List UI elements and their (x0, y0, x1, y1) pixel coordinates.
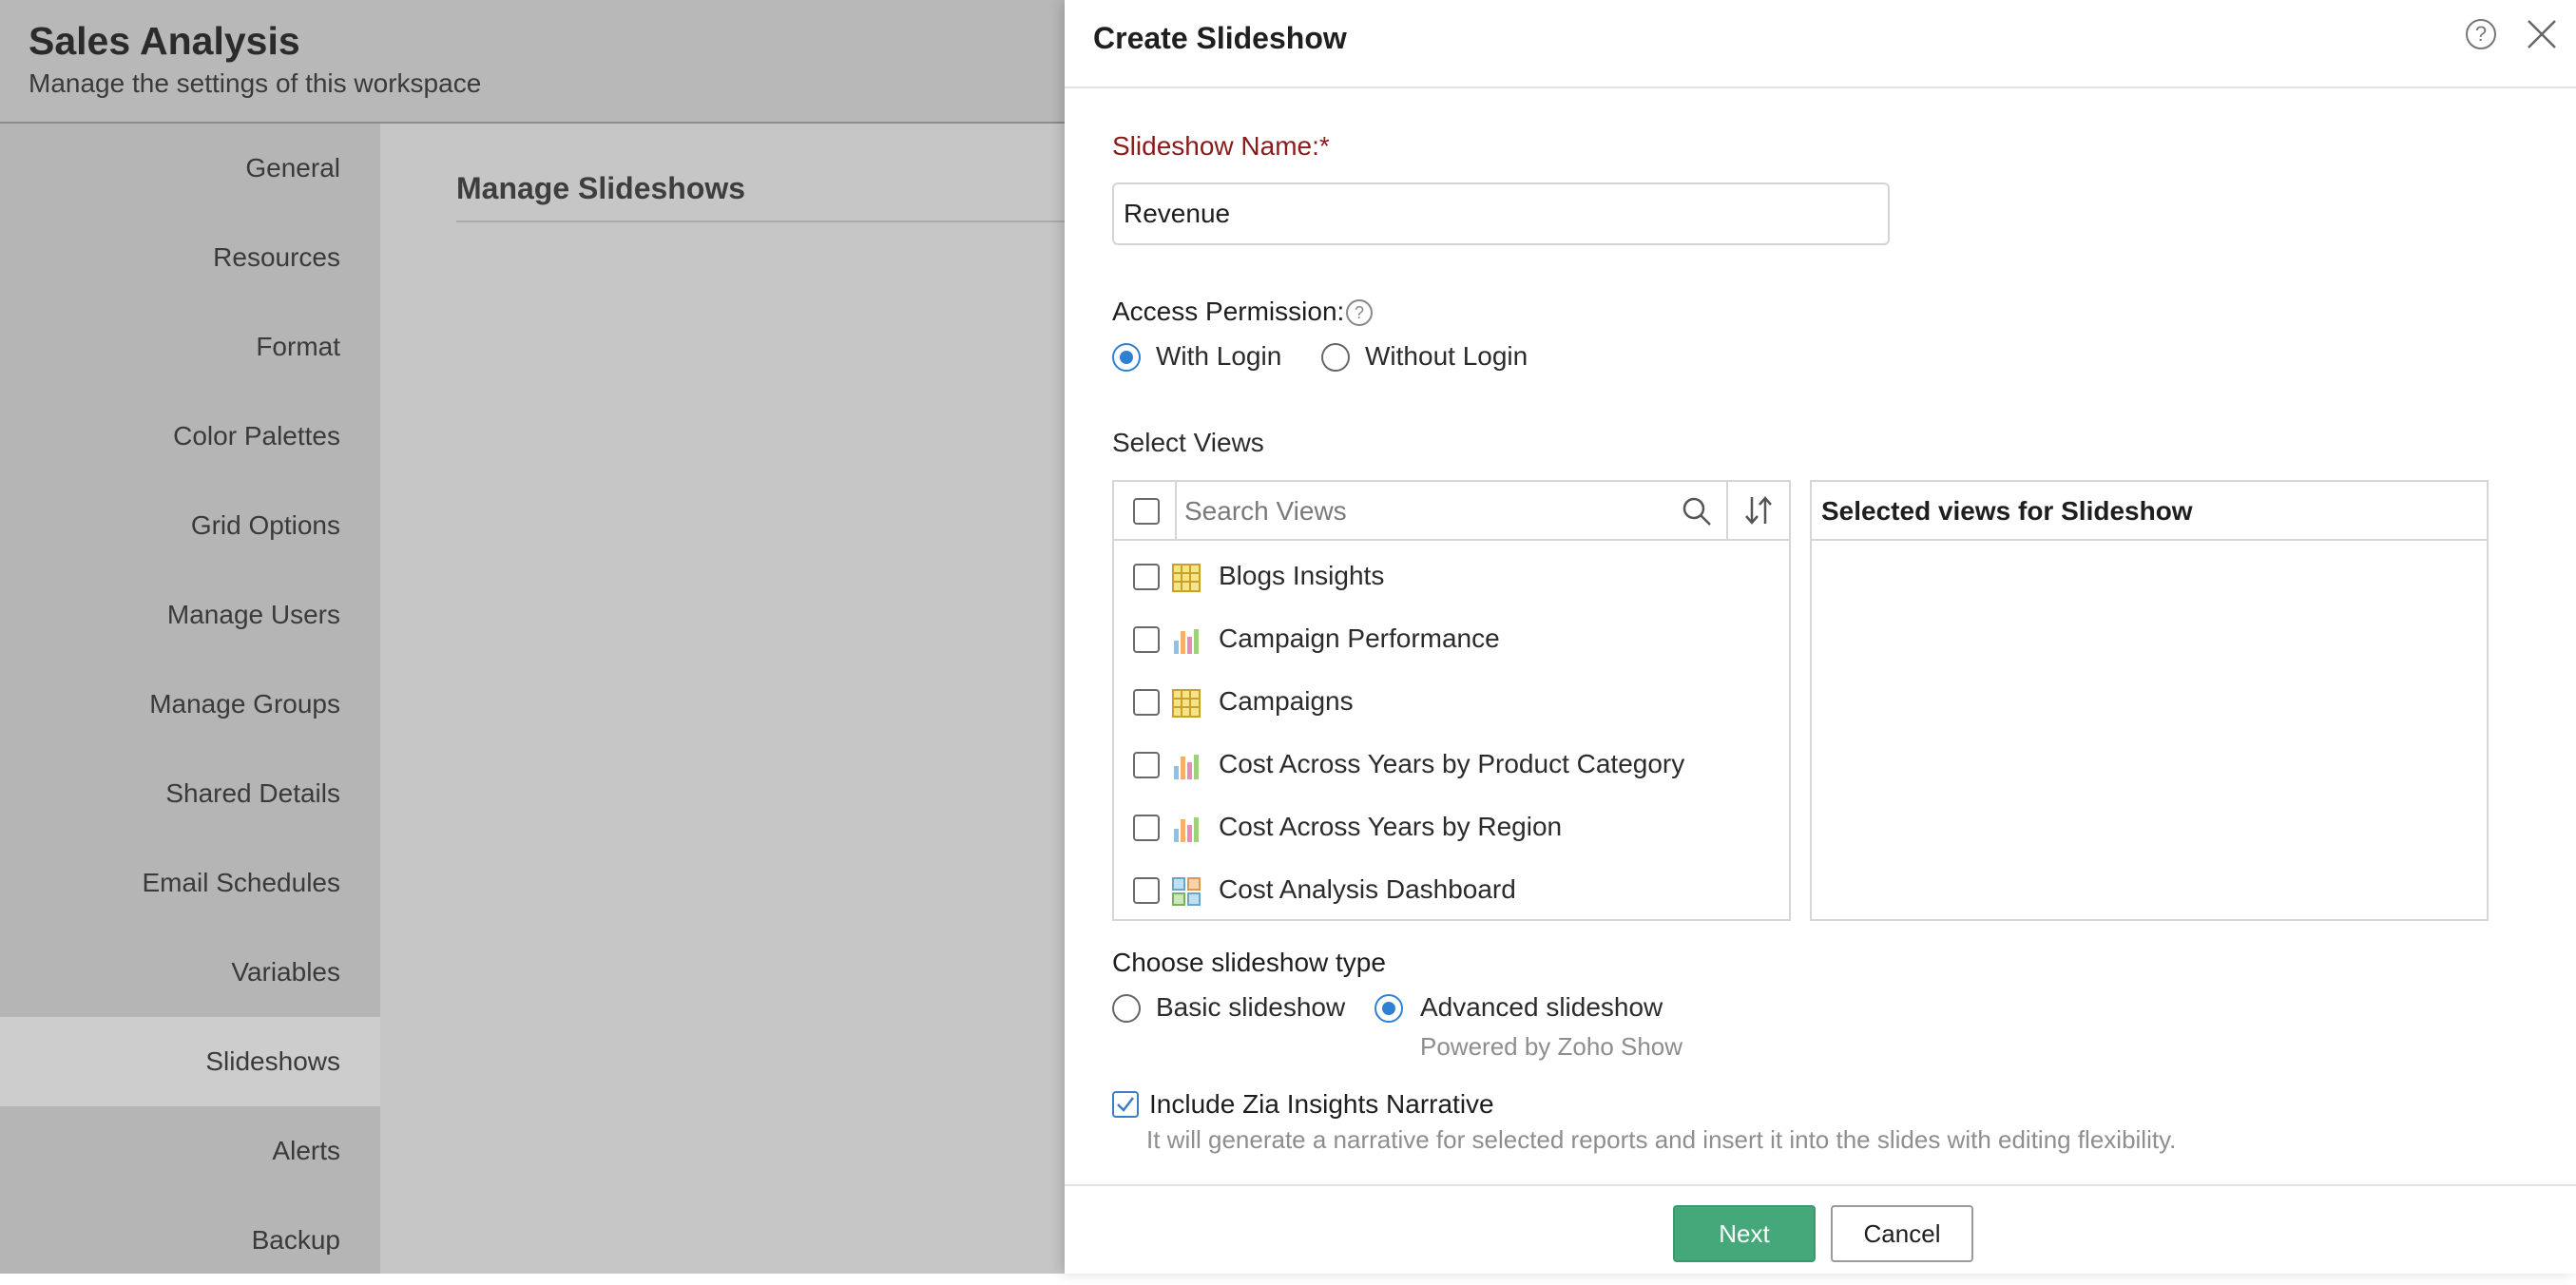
sidebar-item-email-schedules[interactable]: Email Schedules (0, 838, 380, 928)
next-button[interactable]: Next (1673, 1205, 1816, 1262)
sidebar-item-variables[interactable]: Variables (0, 928, 380, 1017)
zia-insights-description: It will generate a narrative for selecte… (1146, 1125, 2177, 1154)
sidebar-item-color-palettes[interactable]: Color Palettes (0, 392, 380, 481)
table-icon (1172, 564, 1201, 592)
view-label[interactable]: Campaigns (1219, 686, 1354, 717)
with-login-radio[interactable] (1112, 343, 1141, 372)
view-list-item[interactable]: Campaign Performance (1114, 609, 1789, 672)
select-all-checkbox[interactable] (1133, 498, 1160, 525)
slideshow-type-label: Choose slideshow type (1112, 948, 1386, 977)
with-login-label[interactable]: With Login (1156, 341, 1281, 372)
settings-sidebar: General Resources Format Color Palettes … (0, 124, 380, 1274)
workspace-background: Sales Analysis Manage the settings of th… (0, 0, 1065, 1274)
dashboard-icon (1172, 877, 1201, 906)
view-checkbox[interactable] (1133, 815, 1160, 841)
cancel-button[interactable]: Cancel (1831, 1205, 1973, 1262)
workspace-header: Sales Analysis Manage the settings of th… (0, 0, 1065, 124)
selected-views-title: Selected views for Slideshow (1821, 496, 2193, 526)
without-login-label[interactable]: Without Login (1365, 341, 1528, 372)
view-label[interactable]: Cost Across Years by Product Category (1219, 749, 1684, 779)
basic-slideshow-label[interactable]: Basic slideshow (1156, 992, 1345, 1023)
sidebar-item-alerts[interactable]: Alerts (0, 1106, 380, 1196)
view-list-item[interactable]: Cost Across Years by Region (1114, 797, 1789, 860)
sidebar-item-resources[interactable]: Resources (0, 213, 380, 302)
dialog-title: Create Slideshow (1093, 21, 1347, 55)
sidebar-item-shared-details[interactable]: Shared Details (0, 749, 380, 838)
without-login-radio[interactable] (1321, 343, 1350, 372)
view-label[interactable]: Cost Analysis Dashboard (1219, 874, 1516, 905)
view-checkbox[interactable] (1133, 752, 1160, 778)
view-checkbox[interactable] (1133, 877, 1160, 904)
sidebar-item-manage-groups[interactable]: Manage Groups (0, 660, 380, 749)
select-views-label: Select Views (1112, 428, 1264, 457)
view-list-item[interactable]: Blogs Insights (1114, 547, 1789, 609)
view-list-item[interactable]: Campaigns (1114, 672, 1789, 735)
bar-chart-icon (1174, 817, 1199, 842)
powered-by-text: Powered by Zoho Show (1420, 1032, 1683, 1061)
sidebar-item-slideshows[interactable]: Slideshows (0, 1017, 380, 1106)
view-checkbox[interactable] (1133, 564, 1160, 590)
access-permission-label: Access Permission: (1112, 297, 1345, 326)
view-list-item[interactable]: Cost Analysis Dashboard (1114, 860, 1789, 923)
slideshow-name-input[interactable] (1112, 182, 1890, 245)
view-list-item[interactable]: Cost Across Years by Product Category (1114, 735, 1789, 797)
selected-views-header: Selected views for Slideshow (1812, 482, 2487, 541)
slideshow-name-label: Slideshow Name:* (1112, 131, 1330, 161)
basic-slideshow-radio[interactable] (1112, 994, 1141, 1023)
view-label[interactable]: Blogs Insights (1219, 561, 1384, 591)
selected-views-panel: Selected views for Slideshow (1810, 480, 2489, 921)
view-label[interactable]: Campaign Performance (1219, 623, 1500, 654)
checkmark-icon (1117, 1097, 1134, 1112)
dialog-footer: Next Cancel (1065, 1184, 2576, 1274)
sidebar-item-grid-options[interactable]: Grid Options (0, 481, 380, 570)
sidebar-item-format[interactable]: Format (0, 302, 380, 392)
table-icon (1172, 689, 1201, 718)
views-list-panel: Blogs Insights Campaign Performance Camp… (1112, 480, 1791, 921)
sidebar-item-backup[interactable]: Backup (0, 1196, 380, 1285)
bar-chart-icon (1174, 755, 1199, 779)
dialog-header: Create Slideshow ? (1065, 0, 2576, 88)
zia-insights-label[interactable]: Include Zia Insights Narrative (1149, 1089, 1494, 1120)
search-views-input[interactable] (1182, 489, 1662, 533)
advanced-slideshow-label[interactable]: Advanced slideshow (1420, 992, 1663, 1023)
sort-icon[interactable] (1741, 493, 1776, 527)
view-checkbox[interactable] (1133, 689, 1160, 716)
access-help-icon[interactable]: ? (1346, 299, 1373, 326)
section-divider (456, 221, 1065, 222)
zia-insights-checkbox[interactable] (1112, 1091, 1139, 1118)
sidebar-item-general[interactable]: General (0, 124, 380, 213)
views-toolbar (1114, 482, 1789, 541)
bar-chart-icon (1174, 629, 1199, 654)
workspace-subtitle: Manage the settings of this workspace (29, 68, 482, 98)
sidebar-item-manage-users[interactable]: Manage Users (0, 570, 380, 660)
workspace-title: Sales Analysis (29, 19, 300, 63)
advanced-slideshow-radio[interactable] (1375, 994, 1403, 1023)
create-slideshow-dialog: Create Slideshow ? Slideshow Name:* Acce… (1065, 0, 2576, 1274)
view-checkbox[interactable] (1133, 626, 1160, 653)
section-title: Manage Slideshows (456, 171, 746, 205)
view-label[interactable]: Cost Across Years by Region (1219, 812, 1562, 842)
search-icon[interactable] (1681, 495, 1713, 527)
close-icon[interactable] (2525, 17, 2559, 51)
help-icon[interactable]: ? (2466, 19, 2496, 49)
